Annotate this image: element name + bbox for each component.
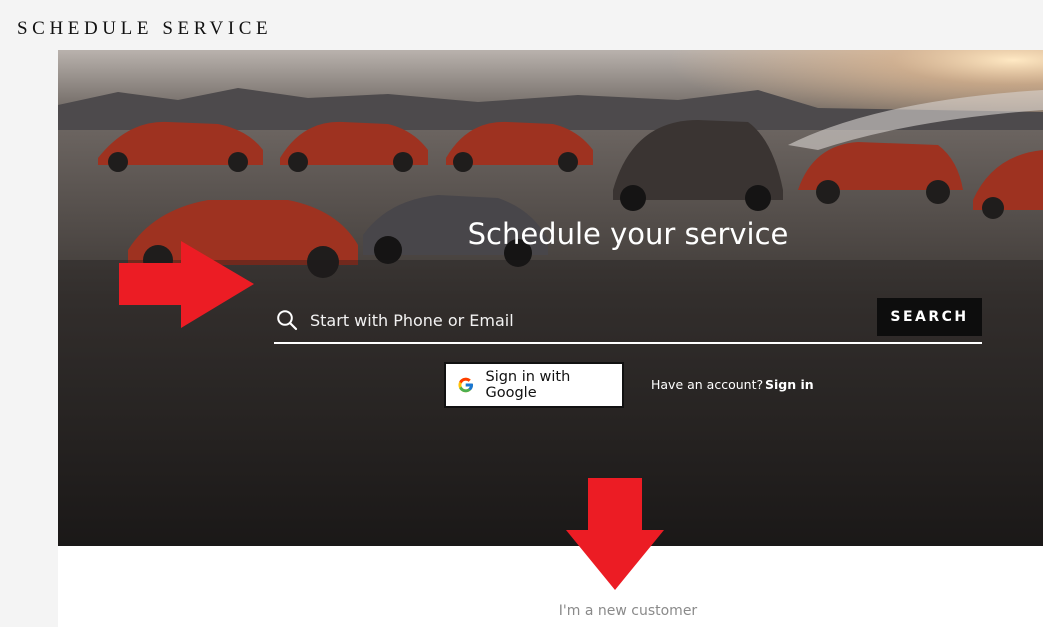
google-signin-label: Sign in with Google	[485, 369, 571, 401]
signin-link[interactable]: Sign in	[765, 377, 814, 392]
down-arrow-annotation	[566, 478, 664, 590]
search-input[interactable]	[308, 304, 872, 336]
content-panel: I'm a new customer	[58, 546, 1043, 627]
search-button[interactable]: SEARCH	[877, 298, 982, 336]
account-prompt: Have an account?	[651, 377, 764, 392]
page-title: SCHEDULE SERVICE	[17, 18, 273, 39]
new-customer-link[interactable]: I'm a new customer	[58, 603, 1043, 619]
right-arrow-annotation	[119, 241, 254, 328]
google-g-icon	[458, 377, 474, 393]
google-signin-button[interactable]: Sign in with Google	[444, 362, 624, 408]
search-icon	[277, 310, 298, 331]
search-bar: SEARCH	[274, 296, 982, 344]
